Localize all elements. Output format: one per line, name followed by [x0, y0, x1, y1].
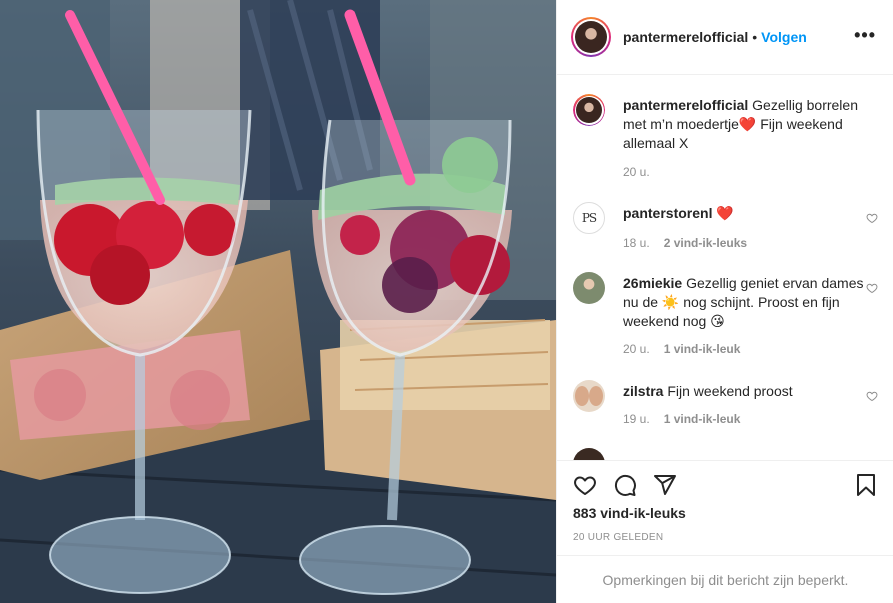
comment-time[interactable]: 19 u. — [623, 412, 650, 426]
comment-body: panterstorenl ❤️ — [623, 204, 868, 223]
comment-meta: 19 u. 1 vind-ik-leuk — [623, 412, 740, 426]
post-timestamp[interactable]: 20 UUR GELEDEN — [573, 532, 663, 543]
commenter-avatar[interactable]: PS — [573, 202, 605, 234]
post-photo[interactable] — [0, 0, 556, 603]
author-avatar[interactable] — [571, 17, 611, 57]
comment-time[interactable]: 18 u. — [623, 236, 650, 250]
post-header: pantermerelofficial • Volgen ••• — [557, 0, 893, 75]
caption-meta: 20 u. — [623, 165, 650, 179]
heart-icon[interactable] — [573, 473, 597, 497]
likes-count[interactable]: 883 vind-ik-leuks — [573, 505, 686, 521]
comment-body: 26miekie Gezellig geniet ervan dames nu … — [623, 274, 868, 331]
post-actions: 883 vind-ik-leuks 20 UUR GELEDEN Opmerki… — [557, 460, 893, 603]
comment-heart-icon[interactable] — [866, 212, 878, 224]
comments-list[interactable]: pantermerelofficial Gezellig borrelen me… — [557, 76, 893, 460]
comment-username[interactable]: zilstra — [623, 383, 663, 399]
more-options-icon[interactable]: ••• — [854, 26, 876, 44]
comment-likes[interactable]: 1 vind-ik-leuk — [664, 412, 741, 426]
comment-meta: 20 u. 1 vind-ik-leuk — [623, 342, 740, 356]
comment-text: ❤️ — [716, 205, 734, 221]
post-sidebar: pantermerelofficial • Volgen ••• panterm… — [556, 0, 893, 603]
photo-illustration — [0, 0, 556, 603]
comment-username[interactable]: panterstorenl — [623, 205, 712, 221]
follow-button[interactable]: Volgen — [761, 29, 807, 45]
author-username[interactable]: pantermerelofficial — [623, 29, 748, 45]
comment-heart-icon[interactable] — [866, 282, 878, 294]
commenter-avatar[interactable] — [573, 272, 605, 304]
commenter-avatar[interactable] — [573, 380, 605, 412]
comment-username[interactable]: 26miekie — [623, 275, 682, 291]
caption-username[interactable]: pantermerelofficial — [623, 97, 748, 113]
paper-plane-icon[interactable] — [653, 473, 677, 497]
comment-meta: 18 u. 2 vind-ik-leuks — [623, 236, 747, 250]
comment-text: Fijn weekend proost — [667, 383, 793, 399]
bookmark-icon[interactable] — [854, 473, 878, 497]
comments-restricted-notice: Opmerkingen bij dit bericht zijn beperkt… — [557, 555, 893, 603]
commenter-avatar[interactable] — [573, 448, 605, 460]
comment-icon[interactable] — [613, 473, 637, 497]
comment-likes[interactable]: 2 vind-ik-leuks — [664, 236, 747, 250]
caption-avatar[interactable] — [573, 94, 605, 126]
caption-time[interactable]: 20 u. — [623, 165, 650, 179]
comment-heart-icon[interactable] — [866, 390, 878, 402]
comment-likes[interactable]: 1 vind-ik-leuk — [664, 342, 741, 356]
separator-dot: • — [752, 29, 758, 45]
comment-body: zilstra Fijn weekend proost — [623, 382, 868, 401]
comment-time[interactable]: 20 u. — [623, 342, 650, 356]
caption-body: pantermerelofficial Gezellig borrelen me… — [623, 96, 868, 153]
